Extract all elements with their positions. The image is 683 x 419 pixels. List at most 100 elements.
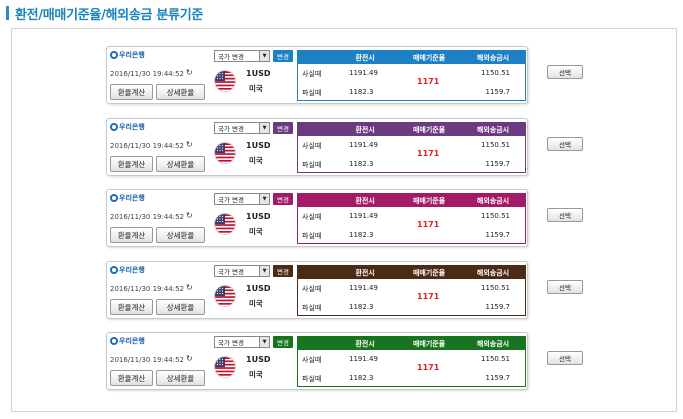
buy-remit-rate: 1150.51 bbox=[481, 355, 510, 363]
refresh-icon[interactable]: ↻ bbox=[186, 68, 193, 77]
change-button[interactable]: 변경 bbox=[273, 50, 293, 62]
buy-remit-rate: 1150.51 bbox=[481, 284, 510, 292]
woori-bank-icon bbox=[110, 337, 118, 345]
select-button-blue[interactable]: 선택 bbox=[547, 65, 583, 79]
country-select-value: 국가 변경 bbox=[218, 268, 244, 276]
exchange-widget-blue: 우리은행 2016/11/30 19:44:52 ↻ 환율계산 상세환율 국가 … bbox=[106, 46, 528, 104]
timestamp: 2016/11/30 19:44:52 bbox=[110, 285, 185, 293]
sell-label: 파실때 bbox=[302, 375, 322, 383]
base-rate: 1171 bbox=[417, 77, 440, 86]
sell-remit-rate: 1159.7 bbox=[485, 160, 511, 168]
buy-remit-rate: 1150.51 bbox=[481, 212, 510, 220]
sell-cash-rate: 1182.3 bbox=[349, 160, 374, 168]
chevron-down-icon: ▼ bbox=[259, 337, 269, 347]
country-select[interactable]: 국가 변경 ▼ bbox=[214, 193, 270, 205]
bank-logo: 우리은행 bbox=[110, 122, 145, 132]
buy-remit-rate: 1150.51 bbox=[481, 141, 510, 149]
woori-bank-icon bbox=[110, 123, 118, 131]
header-base-rate: 매매기준율 bbox=[412, 196, 446, 205]
buy-label: 사실때 bbox=[302, 213, 322, 221]
us-flag-icon bbox=[214, 285, 236, 307]
country-select[interactable]: 국가 변경 ▼ bbox=[214, 336, 270, 348]
change-button[interactable]: 변경 bbox=[273, 122, 293, 134]
select-button-brown[interactable]: 선택 bbox=[547, 280, 583, 294]
bank-name: 우리은행 bbox=[119, 51, 145, 59]
calc-button[interactable]: 환율계산 bbox=[110, 227, 153, 243]
rate-table-header: 환전시 매매기준율 해외송금시 bbox=[298, 123, 525, 136]
bank-logo: 우리은행 bbox=[110, 193, 145, 203]
rate-table-header: 환전시 매매기준율 해외송금시 bbox=[298, 266, 525, 279]
refresh-icon[interactable]: ↻ bbox=[186, 140, 193, 149]
currency-name: 미국 bbox=[249, 299, 263, 308]
currency-name: 미국 bbox=[249, 156, 263, 165]
rate-table-header: 환전시 매매기준율 해외송금시 bbox=[298, 337, 525, 350]
sell-label: 파실때 bbox=[302, 89, 322, 97]
currency-amount: 1USD bbox=[246, 355, 271, 364]
buy-cash-rate: 1191.49 bbox=[349, 284, 378, 292]
rate-table-body: 사실때 1191.49 1150.51 1171 파실때 1182.3 1159… bbox=[298, 136, 525, 172]
rate-table: 환전시 매매기준율 해외송금시 사실때 1191.49 1150.51 1171… bbox=[297, 193, 526, 244]
detail-rate-button[interactable]: 상세환율 bbox=[156, 227, 205, 243]
refresh-icon[interactable]: ↻ bbox=[186, 354, 193, 363]
timestamp: 2016/11/30 19:44:52 bbox=[110, 142, 185, 150]
timestamp: 2016/11/30 19:44:52 bbox=[110, 70, 185, 78]
currency-name: 미국 bbox=[249, 370, 263, 379]
rate-table: 환전시 매매기준율 해외송금시 사실때 1191.49 1150.51 1171… bbox=[297, 122, 526, 173]
buy-label: 사실때 bbox=[302, 70, 322, 78]
bank-name: 우리은행 bbox=[119, 266, 145, 274]
header-remittance: 해외송금시 bbox=[476, 53, 510, 62]
change-button[interactable]: 변경 bbox=[273, 193, 293, 205]
country-select-value: 국가 변경 bbox=[218, 339, 244, 347]
header-base-rate: 매매기준율 bbox=[412, 339, 446, 348]
sell-cash-rate: 1182.3 bbox=[349, 303, 374, 311]
header-exchange: 환전시 bbox=[355, 53, 375, 62]
woori-bank-icon bbox=[110, 51, 118, 59]
country-select[interactable]: 국가 변경 ▼ bbox=[214, 50, 270, 62]
bank-logo: 우리은행 bbox=[110, 50, 145, 60]
sell-remit-rate: 1159.7 bbox=[485, 88, 511, 96]
us-flag-icon bbox=[214, 142, 236, 164]
calc-button[interactable]: 환율계산 bbox=[110, 299, 153, 315]
select-button-purple[interactable]: 선택 bbox=[547, 137, 583, 151]
country-select-value: 국가 변경 bbox=[218, 196, 244, 204]
timestamp: 2016/11/30 19:44:52 bbox=[110, 213, 185, 221]
currency-name: 미국 bbox=[249, 227, 263, 236]
header-remittance: 해외송금시 bbox=[476, 339, 510, 348]
rate-table-header: 환전시 매매기준율 해외송금시 bbox=[298, 51, 525, 64]
exchange-widget-magenta: 우리은행 2016/11/30 19:44:52 ↻ 환율계산 상세환율 국가 … bbox=[106, 189, 528, 247]
header-remittance: 해외송금시 bbox=[476, 268, 510, 277]
chevron-down-icon: ▼ bbox=[259, 194, 269, 204]
sell-remit-rate: 1159.7 bbox=[485, 303, 511, 311]
rate-table-body: 사실때 1191.49 1150.51 1171 파실때 1182.3 1159… bbox=[298, 64, 525, 100]
buy-cash-rate: 1191.49 bbox=[349, 141, 378, 149]
sell-label: 파실때 bbox=[302, 232, 322, 240]
calc-button[interactable]: 환율계산 bbox=[110, 156, 153, 172]
us-flag-icon bbox=[214, 213, 236, 235]
detail-rate-button[interactable]: 상세환율 bbox=[156, 84, 205, 100]
header-base-rate: 매매기준율 bbox=[412, 268, 446, 277]
country-select[interactable]: 국가 변경 ▼ bbox=[214, 122, 270, 134]
calc-button[interactable]: 환율계산 bbox=[110, 370, 153, 386]
detail-rate-button[interactable]: 상세환율 bbox=[156, 156, 205, 172]
us-flag-icon bbox=[214, 70, 236, 92]
sell-remit-rate: 1159.7 bbox=[485, 231, 511, 239]
change-button[interactable]: 변경 bbox=[273, 265, 293, 277]
country-select[interactable]: 국가 변경 ▼ bbox=[214, 265, 270, 277]
change-button[interactable]: 변경 bbox=[273, 336, 293, 348]
refresh-icon[interactable]: ↻ bbox=[186, 283, 193, 292]
sell-remit-rate: 1159.7 bbox=[485, 374, 511, 382]
calc-button[interactable]: 환율계산 bbox=[110, 84, 153, 100]
select-button-green[interactable]: 선택 bbox=[547, 351, 583, 365]
detail-rate-button[interactable]: 상세환율 bbox=[156, 370, 205, 386]
header-exchange: 환전시 bbox=[355, 196, 375, 205]
detail-rate-button[interactable]: 상세환율 bbox=[156, 299, 205, 315]
sell-label: 파실때 bbox=[302, 161, 322, 169]
refresh-icon[interactable]: ↻ bbox=[186, 211, 193, 220]
buy-remit-rate: 1150.51 bbox=[481, 69, 510, 77]
base-rate: 1171 bbox=[417, 149, 440, 158]
header-accent-bar bbox=[6, 6, 9, 20]
base-rate: 1171 bbox=[417, 220, 440, 229]
select-button-magenta[interactable]: 선택 bbox=[547, 208, 583, 222]
chevron-down-icon: ▼ bbox=[259, 266, 269, 276]
currency-amount: 1USD bbox=[246, 284, 271, 293]
